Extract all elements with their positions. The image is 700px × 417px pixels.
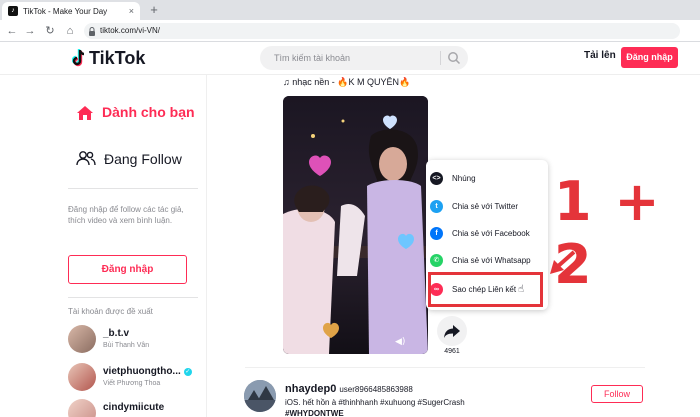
share-menu-item-facebook[interactable]: f Chia sẻ với Facebook <box>430 222 546 244</box>
sidebar-item-following[interactable]: Đang Follow <box>104 151 182 167</box>
account-username: cindymiicute <box>103 402 165 413</box>
suggested-account[interactable]: _b.t.v Bùi Thanh Vân <box>68 325 208 357</box>
users-icon <box>76 150 96 166</box>
share-menu-item-embed[interactable]: <> Nhúng <box>430 167 546 189</box>
share-menu-item-twitter[interactable]: t Chia sẻ với Twitter <box>430 195 546 217</box>
feed-divider <box>206 75 207 417</box>
facebook-icon: f <box>430 226 443 240</box>
svg-text:◀): ◀) <box>395 337 405 347</box>
tiktok-note-icon <box>71 49 86 67</box>
follow-button[interactable]: Follow <box>591 385 643 403</box>
suggested-accounts-heading: Tài khoản được đề xuất <box>68 307 153 316</box>
twitter-icon: t <box>430 199 443 213</box>
menu-item-label: Nhúng <box>452 173 476 183</box>
login-hint: Đăng nhập để follow các tác giả, thích v… <box>68 205 184 225</box>
post-divider <box>245 367 645 368</box>
lock-icon <box>88 27 96 36</box>
video-player[interactable]: ◀) <box>283 96 428 354</box>
verified-badge-icon: ✓ <box>183 368 192 376</box>
share-count: 4961 <box>444 348 460 355</box>
tiktok-logo[interactable]: TikTok <box>71 47 146 69</box>
forward-icon[interactable]: → <box>22 23 38 39</box>
suggested-account[interactable]: vietphuongtho... ✓ Viết Phương Thoa <box>68 363 208 395</box>
post-hashtag[interactable]: #WHYDONTWE <box>285 409 344 417</box>
share-arrow-icon <box>444 325 460 338</box>
browser-tab[interactable]: ♪ TikTok - Make Your Day × <box>2 2 140 20</box>
back-icon[interactable]: ← <box>4 23 20 39</box>
music-label[interactable]: ♫ nhạc nền - 🔥K M QUYÊN🔥 <box>283 77 410 88</box>
address-bar[interactable]: tiktok.com/vi-VN/ <box>84 23 680 39</box>
search-icon[interactable] <box>447 51 461 65</box>
account-nickname: Viết Phương Thoa <box>103 380 161 387</box>
account-username: _b.t.v <box>103 328 130 339</box>
video-frame: ◀) <box>283 96 428 354</box>
upload-link[interactable]: Tải lên <box>584 50 616 61</box>
copy-link-highlight <box>428 272 543 307</box>
account-nickname: Bùi Thanh Vân <box>103 342 150 349</box>
account-username: vietphuongtho... ✓ <box>103 366 192 377</box>
sidebar-login-button[interactable]: Đăng nhập <box>68 255 187 284</box>
avatar <box>68 399 96 417</box>
tiktok-favicon-icon: ♪ <box>8 6 18 16</box>
post-author[interactable]: nhaydep0 user8966485863988 <box>285 383 413 395</box>
search-divider <box>440 51 441 65</box>
arrow-icon <box>548 248 578 278</box>
tab-title: TikTok - Make Your Day <box>23 6 108 16</box>
logo-text: TikTok <box>89 47 146 68</box>
sidebar-item-for-you[interactable]: Dành cho bạn <box>76 104 196 121</box>
suggested-account[interactable]: cindymiicute <box>68 399 208 417</box>
new-tab-button[interactable]: + <box>146 2 162 18</box>
home-nav-icon[interactable]: ⌂ <box>62 23 78 39</box>
share-menu-item-whatsapp[interactable]: ✆ Chia sẻ với Whatsapp <box>430 249 546 271</box>
embed-icon: <> <box>430 171 443 185</box>
sidebar-divider <box>68 188 198 189</box>
reload-icon[interactable]: ↻ <box>42 23 58 39</box>
search-input[interactable]: Tìm kiếm tài khoản <box>260 46 468 70</box>
header-login-button[interactable]: Đăng nhập <box>621 47 678 68</box>
post-caption: iOS. hết hồn à #thinhhanh #xuhuong #Suge… <box>285 398 465 407</box>
avatar[interactable] <box>244 380 276 412</box>
menu-item-label: Chia sẻ với Whatsapp <box>452 255 531 265</box>
sidebar-divider <box>68 297 198 298</box>
avatar <box>68 325 96 353</box>
tab-close-icon[interactable]: × <box>129 6 134 16</box>
menu-item-label: Chia sẻ với Twitter <box>452 201 519 211</box>
menu-item-label: Chia sẻ với Facebook <box>452 228 530 238</box>
avatar <box>68 363 96 391</box>
whatsapp-icon: ✆ <box>430 253 443 267</box>
share-button[interactable] <box>437 316 467 346</box>
